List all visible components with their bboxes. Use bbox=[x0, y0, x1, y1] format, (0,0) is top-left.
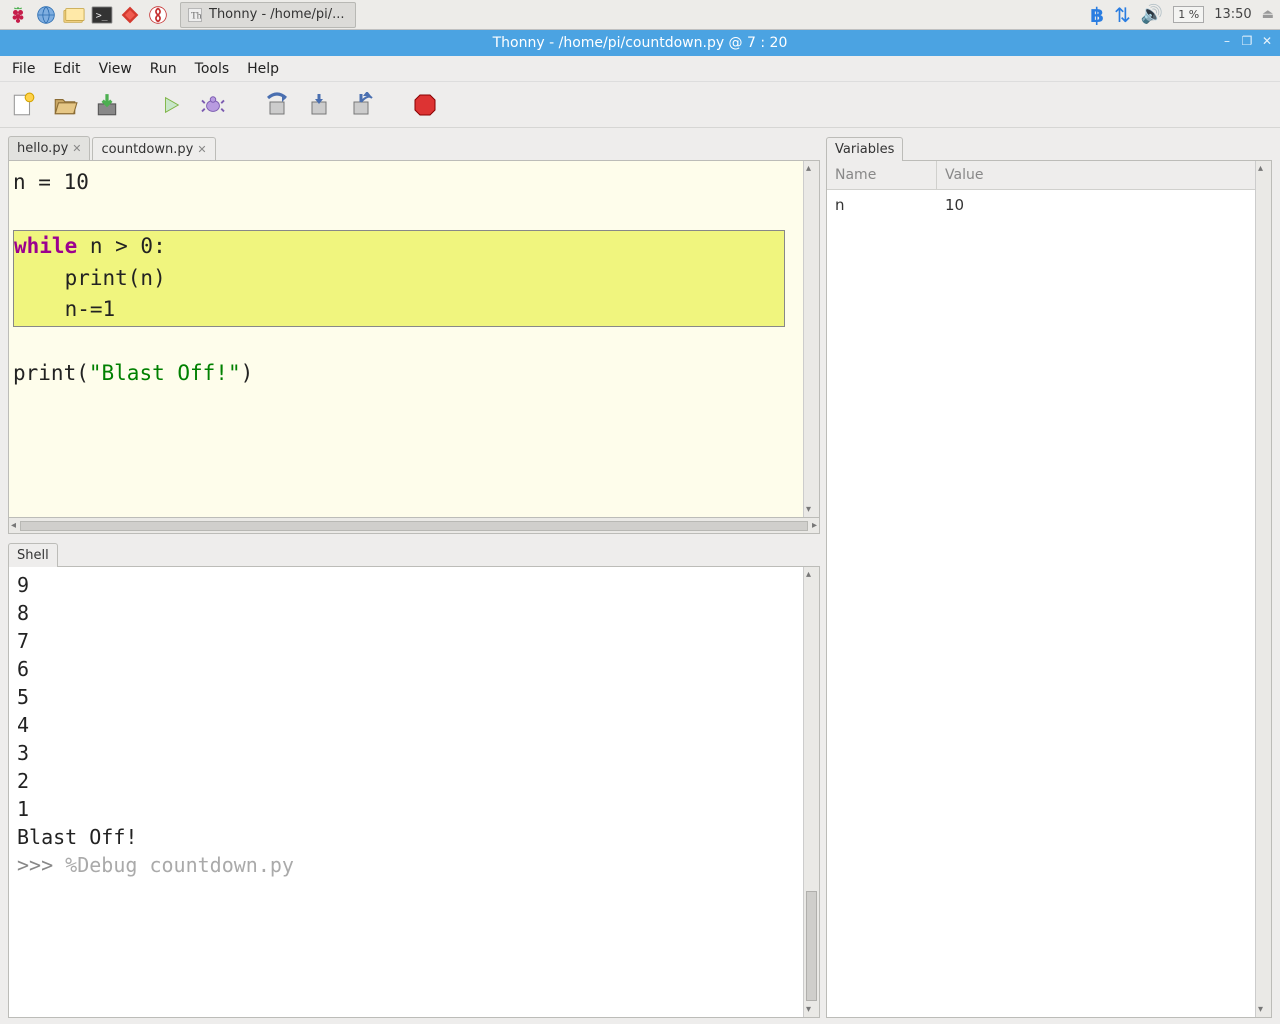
code-text: n > 0: bbox=[77, 234, 166, 258]
variables-vertical-scrollbar[interactable] bbox=[1255, 161, 1271, 1017]
raspberry-menu-icon[interactable] bbox=[6, 3, 30, 27]
open-file-button[interactable] bbox=[50, 90, 80, 120]
variables-frame: Variables Name Value n10 bbox=[826, 134, 1272, 1018]
close-icon[interactable]: ✕ bbox=[72, 142, 81, 155]
menu-view[interactable]: View bbox=[91, 58, 140, 80]
variables-header-name[interactable]: Name bbox=[827, 161, 937, 189]
step-over-button[interactable] bbox=[262, 90, 292, 120]
code-text: n-=1 bbox=[14, 297, 115, 321]
shell-vertical-scrollbar[interactable] bbox=[803, 567, 819, 1017]
network-icon[interactable]: ⇅ bbox=[1114, 3, 1131, 27]
taskbar-app-label: Thonny - /home/pi/... bbox=[209, 7, 345, 22]
window-title-text: Thonny - /home/pi/countdown.py @ 7 : 20 bbox=[493, 35, 788, 51]
toolbar bbox=[0, 82, 1280, 128]
scrollbar-thumb[interactable] bbox=[806, 891, 817, 1001]
code-number: 10 bbox=[64, 170, 89, 194]
new-file-button[interactable] bbox=[8, 90, 38, 120]
step-out-button[interactable] bbox=[346, 90, 376, 120]
workspace: hello.py ✕ countdown.py ✕ n = 10 while n… bbox=[0, 128, 1280, 1024]
stop-button[interactable] bbox=[410, 90, 440, 120]
editor-frame: hello.py ✕ countdown.py ✕ n = 10 while n… bbox=[8, 134, 820, 534]
taskbar-right: ฿ ⇅ 🔊 1 % 13:50 ⏏ bbox=[1090, 3, 1274, 27]
left-column: hello.py ✕ countdown.py ✕ n = 10 while n… bbox=[0, 128, 820, 1024]
save-file-button[interactable] bbox=[92, 90, 122, 120]
code-text: ( bbox=[76, 361, 89, 385]
shell-tab[interactable]: Shell bbox=[8, 543, 58, 567]
svg-text:Th: Th bbox=[191, 11, 202, 21]
shell-pane[interactable]: 9 8 7 6 5 4 3 2 1 Blast Off! >>> %Debug … bbox=[8, 566, 820, 1018]
minimize-button[interactable]: – bbox=[1220, 34, 1234, 48]
editor-tab-label: hello.py bbox=[17, 141, 68, 156]
menu-edit[interactable]: Edit bbox=[45, 58, 88, 80]
clock: 13:50 bbox=[1214, 7, 1251, 22]
shell-frame: Shell 9 8 7 6 5 4 3 2 1 Blast Off! >>> %… bbox=[8, 540, 820, 1018]
thonny-app-icon: Th bbox=[187, 7, 203, 23]
editor-tab-hello[interactable]: hello.py ✕ bbox=[8, 136, 90, 160]
volume-icon[interactable]: 🔊 bbox=[1141, 4, 1163, 25]
svg-text:>_: >_ bbox=[96, 10, 108, 21]
editor-tab-countdown[interactable]: countdown.py ✕ bbox=[92, 137, 215, 161]
menu-run[interactable]: Run bbox=[142, 58, 185, 80]
debug-highlight-block: while n > 0: print(n) n-=1 bbox=[13, 230, 785, 327]
code-text: ) bbox=[241, 361, 254, 385]
variables-tab-label: Variables bbox=[835, 142, 894, 157]
code-string: "Blast Off!" bbox=[89, 361, 241, 385]
editor-tab-strip: hello.py ✕ countdown.py ✕ bbox=[8, 134, 820, 160]
editor-horizontal-scrollbar[interactable]: ◂▸ bbox=[8, 518, 820, 534]
code-text: print(n) bbox=[14, 266, 166, 290]
code-keyword: while bbox=[14, 234, 77, 258]
shell-tab-strip: Shell bbox=[8, 540, 820, 566]
shell-command: %Debug countdown.py bbox=[65, 853, 294, 877]
variable-row[interactable]: n10 bbox=[827, 190, 1255, 220]
cpu-usage[interactable]: 1 % bbox=[1173, 6, 1204, 23]
code-text: print bbox=[13, 361, 76, 385]
code-text: n = bbox=[13, 170, 64, 194]
variables-header-value[interactable]: Value bbox=[937, 161, 1255, 189]
eject-icon[interactable]: ⏏ bbox=[1262, 7, 1274, 22]
bluetooth-icon[interactable]: ฿ bbox=[1090, 3, 1104, 27]
close-button[interactable]: ✕ bbox=[1260, 34, 1274, 48]
right-column: Variables Name Value n10 bbox=[820, 128, 1280, 1024]
taskbar-app-thonny[interactable]: Th Thonny - /home/pi/... bbox=[180, 2, 356, 28]
code-editor-content[interactable]: n = 10 while n > 0: print(n) n-=1 print(… bbox=[9, 161, 803, 517]
file-manager-icon[interactable] bbox=[62, 3, 86, 27]
variable-name: n bbox=[827, 190, 937, 220]
variables-pane: Name Value n10 bbox=[826, 160, 1272, 1018]
variables-tab[interactable]: Variables bbox=[826, 137, 903, 161]
wolfram-icon[interactable] bbox=[146, 3, 170, 27]
debug-button[interactable] bbox=[198, 90, 228, 120]
variables-header: Name Value bbox=[827, 161, 1255, 190]
variable-value: 10 bbox=[937, 190, 1255, 220]
menu-file[interactable]: File bbox=[4, 58, 43, 80]
shell-content[interactable]: 9 8 7 6 5 4 3 2 1 Blast Off! >>> %Debug … bbox=[9, 567, 803, 1017]
shell-prompt: >>> bbox=[17, 853, 65, 877]
close-icon[interactable]: ✕ bbox=[197, 143, 206, 156]
shell-tab-label: Shell bbox=[17, 548, 49, 563]
window-titlebar[interactable]: Thonny - /home/pi/countdown.py @ 7 : 20 … bbox=[0, 30, 1280, 56]
taskbar-left: >_ Th Thonny - /home/pi/... bbox=[6, 2, 356, 28]
maximize-button[interactable]: ❐ bbox=[1240, 34, 1254, 48]
menu-help[interactable]: Help bbox=[239, 58, 287, 80]
step-into-button[interactable] bbox=[304, 90, 334, 120]
window-controls: – ❐ ✕ bbox=[1220, 34, 1274, 48]
editor-tab-label: countdown.py bbox=[101, 142, 193, 157]
run-button[interactable] bbox=[156, 90, 186, 120]
editor-vertical-scrollbar[interactable] bbox=[803, 161, 819, 517]
web-browser-icon[interactable] bbox=[34, 3, 58, 27]
menu-bar: File Edit View Run Tools Help bbox=[0, 56, 1280, 82]
variables-tab-strip: Variables bbox=[826, 134, 1272, 160]
menu-tools[interactable]: Tools bbox=[187, 58, 238, 80]
mathematica-icon[interactable] bbox=[118, 3, 142, 27]
os-taskbar: >_ Th Thonny - /home/pi/... ฿ ⇅ 🔊 1 % 13… bbox=[0, 0, 1280, 30]
code-editor[interactable]: n = 10 while n > 0: print(n) n-=1 print(… bbox=[8, 160, 820, 518]
terminal-icon[interactable]: >_ bbox=[90, 3, 114, 27]
variables-table[interactable]: Name Value n10 bbox=[827, 161, 1255, 1017]
